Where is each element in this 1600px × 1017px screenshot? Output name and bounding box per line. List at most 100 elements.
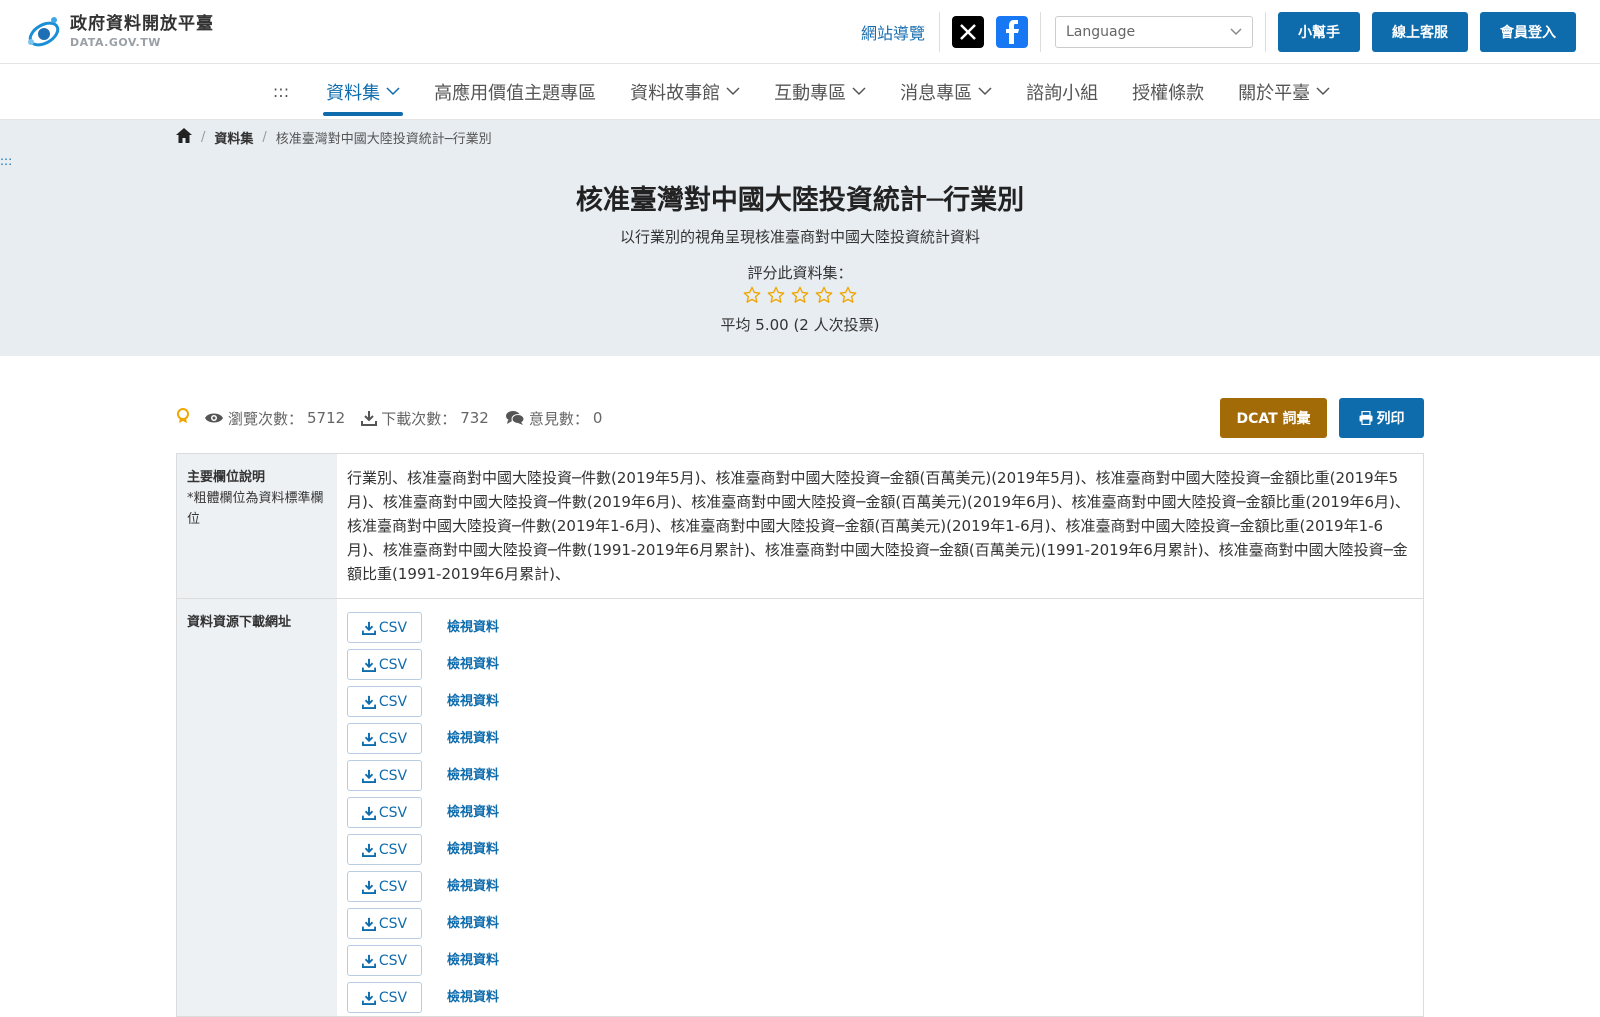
breadcrumb-current: 核准臺灣對中國大陸投資統計─行業別 xyxy=(275,132,492,147)
breadcrumb: / 資料集 / 核准臺灣對中國大陸投資統計─行業別 xyxy=(176,128,492,147)
chevron-down-icon xyxy=(1316,87,1330,96)
csv-download-button[interactable]: CSV xyxy=(347,871,422,902)
fields-description: 行業別、核准臺商對中國大陸投資─件數(2019年5月)、核准臺商對中國大陸投資─… xyxy=(347,469,1410,583)
csv-download-button[interactable]: CSV xyxy=(347,760,422,791)
nav-item-advisory[interactable]: 諮詢小組 xyxy=(1009,64,1115,120)
csv-download-button[interactable]: CSV xyxy=(347,649,422,680)
nav-item-license[interactable]: 授權條款 xyxy=(1115,64,1221,120)
divider xyxy=(1265,12,1266,52)
view-data-link[interactable]: 檢視資料 xyxy=(447,838,499,862)
resource-format: CSV xyxy=(378,693,408,710)
nav-accesskey[interactable]: ::: xyxy=(253,82,309,101)
comments-icon xyxy=(505,411,525,425)
download-icon xyxy=(361,621,376,635)
logo-icon xyxy=(24,12,64,52)
list-item: CSV 檢視資料 xyxy=(347,868,1413,905)
list-item: CSV 檢視資料 xyxy=(347,683,1413,720)
csv-download-button[interactable]: CSV xyxy=(347,612,422,643)
breadcrumb-separator: / xyxy=(262,130,267,145)
eye-icon xyxy=(205,413,223,423)
view-data-link[interactable]: 檢視資料 xyxy=(447,949,499,973)
resource-format: CSV xyxy=(378,619,408,636)
view-data-link[interactable]: 檢視資料 xyxy=(447,616,499,640)
nav-item-label: 資料故事館 xyxy=(630,82,721,104)
nav-item-news[interactable]: 消息專區 xyxy=(883,64,1009,120)
view-data-link[interactable]: 檢視資料 xyxy=(447,690,499,714)
sitemap-link[interactable]: 網站導覽 xyxy=(861,20,925,44)
star-icon[interactable] xyxy=(791,286,809,304)
download-icon xyxy=(361,658,376,672)
language-select[interactable]: Language xyxy=(1055,16,1253,48)
divider xyxy=(1040,12,1041,52)
download-icon xyxy=(361,732,376,746)
nav-item-datasets[interactable]: 資料集 xyxy=(309,64,417,120)
view-data-link[interactable]: 檢視資料 xyxy=(447,912,499,936)
resources-header: 資料資源下載網址 xyxy=(177,599,337,1016)
fields-header: 主要欄位說明 *粗體欄位為資料標準欄位 xyxy=(177,454,337,598)
content-accesskey[interactable]: ::: xyxy=(0,154,12,168)
resource-format: CSV xyxy=(378,952,408,969)
list-item: CSV 檢視資料 xyxy=(347,794,1413,831)
table-row: 主要欄位說明 *粗體欄位為資料標準欄位 行業別、核准臺商對中國大陸投資─件數(2… xyxy=(177,454,1423,599)
star-icon[interactable] xyxy=(815,286,833,304)
view-data-link[interactable]: 檢視資料 xyxy=(447,653,499,677)
view-data-link[interactable]: 檢視資料 xyxy=(447,875,499,899)
view-count-label: 瀏覽次數： xyxy=(228,409,304,428)
resource-format: CSV xyxy=(378,841,408,858)
csv-download-button[interactable]: CSV xyxy=(347,982,422,1013)
dataset-hero: / 資料集 / 核准臺灣對中國大陸投資統計─行業別 ::: 核准臺灣對中國大陸投… xyxy=(0,120,1600,356)
star-icon[interactable] xyxy=(743,286,761,304)
language-select-placeholder: Language xyxy=(1066,24,1136,40)
star-icon[interactable] xyxy=(839,286,857,304)
nav-item-high-value[interactable]: 高應用價值主題專區 xyxy=(417,64,613,120)
resource-format: CSV xyxy=(378,730,408,747)
nav-item-label: 互動專區 xyxy=(774,82,847,104)
rating-label: 評分此資料集： xyxy=(747,264,853,282)
rating-stars[interactable] xyxy=(0,286,1600,304)
print-label: 列印 xyxy=(1376,411,1405,427)
nav-item-label: 消息專區 xyxy=(900,82,973,104)
view-data-link[interactable]: 檢視資料 xyxy=(447,764,499,788)
download-icon xyxy=(361,917,376,931)
nav-item-data-stories[interactable]: 資料故事館 xyxy=(613,64,757,120)
csv-download-button[interactable]: CSV xyxy=(347,908,422,939)
csv-download-button[interactable]: CSV xyxy=(347,834,422,865)
site-logo[interactable]: 政府資料開放平臺 DATA.GOV.TW xyxy=(24,12,214,52)
site-header: 政府資料開放平臺 DATA.GOV.TW 網站導覽 Language 小幫手 線… xyxy=(0,0,1600,64)
dataset-stats: 瀏覽次數： 5712 下載次數： 732 意見數： 0 DCAT 詞彙 列印 xyxy=(176,396,1424,440)
view-data-link[interactable]: 檢視資料 xyxy=(447,727,499,751)
print-button[interactable]: 列印 xyxy=(1339,398,1424,438)
member-login-button[interactable]: 會員登入 xyxy=(1480,12,1576,52)
view-data-link[interactable]: 檢視資料 xyxy=(447,986,499,1010)
main-nav: ::: 資料集 高應用價值主題專區 資料故事館 互動專區 消息專區 諮詢小組 授… xyxy=(0,64,1600,120)
star-icon[interactable] xyxy=(767,286,785,304)
csv-download-button[interactable]: CSV xyxy=(347,945,422,976)
list-item: CSV 檢視資料 xyxy=(347,942,1413,979)
fields-header-note: *粗體欄位為資料標準欄位 xyxy=(187,491,324,527)
resource-format: CSV xyxy=(378,656,408,673)
x-twitter-icon[interactable] xyxy=(952,16,984,48)
helper-button[interactable]: 小幫手 xyxy=(1278,12,1360,52)
list-item: CSV 檢視資料 xyxy=(347,905,1413,942)
csv-download-button[interactable]: CSV xyxy=(347,797,422,828)
facebook-icon[interactable] xyxy=(996,16,1028,48)
chevron-down-icon xyxy=(852,87,866,96)
dcat-vocabulary-button[interactable]: DCAT 詞彙 xyxy=(1220,398,1327,438)
view-data-link[interactable]: 檢視資料 xyxy=(447,801,499,825)
nav-item-about[interactable]: 關於平臺 xyxy=(1221,64,1347,120)
nav-item-label: 高應用價值主題專區 xyxy=(434,82,597,104)
download-icon xyxy=(361,843,376,857)
online-support-button[interactable]: 線上客服 xyxy=(1372,12,1468,52)
csv-download-button[interactable]: CSV xyxy=(347,723,422,754)
home-icon[interactable] xyxy=(176,128,192,147)
nav-item-interaction[interactable]: 互動專區 xyxy=(757,64,883,120)
list-item: CSV 檢視資料 xyxy=(347,979,1413,1016)
logo-subtitle: DATA.GOV.TW xyxy=(70,35,161,49)
breadcrumb-datasets-link[interactable]: 資料集 xyxy=(214,128,253,147)
list-item: CSV 檢視資料 xyxy=(347,757,1413,794)
chevron-down-icon xyxy=(1230,24,1242,40)
view-count: 瀏覽次數： 5712 xyxy=(204,408,345,429)
download-icon xyxy=(361,411,378,426)
csv-download-button[interactable]: CSV xyxy=(347,686,422,717)
download-icon xyxy=(361,954,376,968)
